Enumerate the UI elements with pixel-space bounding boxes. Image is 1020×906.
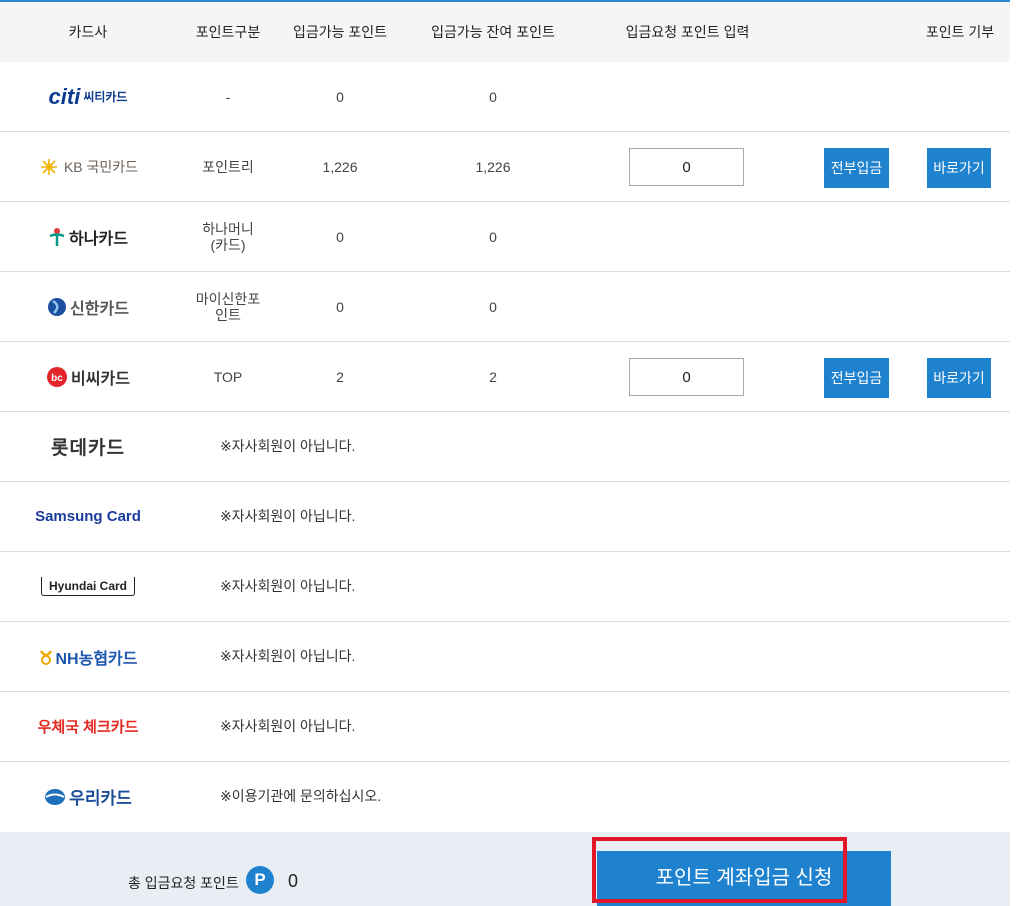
status-message: ※이용기관에 문의하십시오.	[220, 788, 382, 804]
table-row: 우리카드 ※이용기관에 문의하십시오.	[0, 762, 1010, 831]
status-message: ※자사회원이 아닙니다.	[220, 578, 356, 594]
go-to-button[interactable]: 바로가기	[927, 148, 991, 188]
header-request-input: 입금요청 포인트 입력	[625, 24, 750, 40]
shinhan-circle-icon	[48, 297, 67, 316]
woori-card-logo: 우리카드	[0, 762, 176, 831]
total-request-label: 총 입금요청 포인트	[128, 875, 239, 891]
status-message: ※자사회원이 아닙니다.	[220, 648, 356, 664]
kb-card-logo: KB 국민카드	[0, 132, 176, 201]
shinhan-card-logo: 신한카드	[0, 272, 176, 341]
table-row: citi 씨티카드 - 0 0	[0, 62, 1010, 132]
status-message: ※자사회원이 아닙니다.	[220, 718, 356, 734]
post-office-card-logo: 우체국 체크카드	[37, 719, 139, 736]
svg-text:bc: bc	[51, 373, 63, 384]
table-row: 하나카드 하나머니 (카드) 0 0	[0, 202, 1010, 272]
point-type: -	[225, 88, 231, 105]
available-points: 2	[336, 368, 344, 385]
table-row: Hyundai Card ※자사회원이 아닙니다.	[0, 552, 1010, 622]
hana-card-logo: 하나카드	[0, 202, 176, 271]
point-type: 마이신한포 인트	[195, 290, 261, 323]
table-row: Samsung Card ※자사회원이 아닙니다.	[0, 482, 1010, 552]
status-message: ※자사회원이 아닙니다.	[220, 508, 356, 524]
remaining-points: 0	[489, 228, 497, 245]
total-request-value: 0	[288, 871, 299, 891]
point-type: 포인트리	[202, 158, 254, 175]
header-point-type: 포인트구분	[195, 24, 261, 40]
remaining-points: 0	[489, 298, 497, 315]
status-message: ※자사회원이 아닙니다.	[220, 438, 356, 454]
lotte-card-logo: 롯데카드	[51, 438, 125, 459]
table-row: 신한카드 마이신한포 인트 0 0	[0, 272, 1010, 342]
woori-circle-icon	[45, 788, 66, 805]
table-header: 카드사 포인트구분 입금가능 포인트 입금가능 잔여 포인트 입금요청 포인트 …	[0, 2, 1010, 62]
table-row: 우체국 체크카드 ※자사회원이 아닙니다.	[0, 692, 1010, 762]
nh-leaf-icon	[39, 649, 52, 665]
available-points: 0	[336, 298, 344, 315]
citi-card-logo: citi 씨티카드	[48, 83, 128, 109]
deposit-all-button[interactable]: 전부입금	[824, 148, 889, 188]
hyundai-card-logo: Hyundai Card	[0, 552, 176, 621]
header-available-points: 입금가능 포인트	[292, 24, 388, 40]
nh-card-logo: NH농협카드	[0, 622, 176, 691]
table-row: bc 비씨카드 TOP 2 2 전부입금 바로가기	[0, 342, 1010, 412]
point-type: 하나머니 (카드)	[202, 220, 254, 253]
header-card-company: 카드사	[68, 24, 108, 40]
available-points: 0	[336, 228, 344, 245]
go-to-button[interactable]: 바로가기	[927, 358, 991, 398]
point-request-input[interactable]	[629, 148, 744, 186]
header-donate: 포인트 기부	[925, 24, 995, 40]
apply-deposit-button[interactable]: 포인트 계좌입금 신청	[597, 851, 891, 906]
table-row: KB 국민카드 포인트리 1,226 1,226 전부입금 바로가기	[0, 132, 1010, 202]
table-row: 롯데카드 ※자사회원이 아닙니다.	[0, 412, 1010, 482]
available-points: 0	[336, 88, 344, 105]
table-row: NH농협카드 ※자사회원이 아닙니다.	[0, 622, 1010, 692]
point-type: TOP	[213, 368, 243, 385]
remaining-points: 0	[489, 88, 497, 105]
bc-card-logo: bc 비씨카드	[0, 342, 176, 411]
kb-star-icon	[40, 158, 57, 175]
point-badge-icon: P	[246, 866, 274, 894]
header-remaining-points: 입금가능 잔여 포인트	[431, 24, 555, 40]
point-request-input[interactable]	[629, 358, 744, 396]
deposit-all-button[interactable]: 전부입금	[824, 358, 889, 398]
hana-person-icon	[49, 227, 65, 246]
available-points: 1,226	[322, 158, 358, 175]
remaining-points: 1,226	[475, 158, 511, 175]
samsung-card-logo: Samsung Card	[35, 508, 141, 525]
bc-circle-icon: bc	[47, 366, 68, 387]
remaining-points: 2	[489, 368, 497, 385]
